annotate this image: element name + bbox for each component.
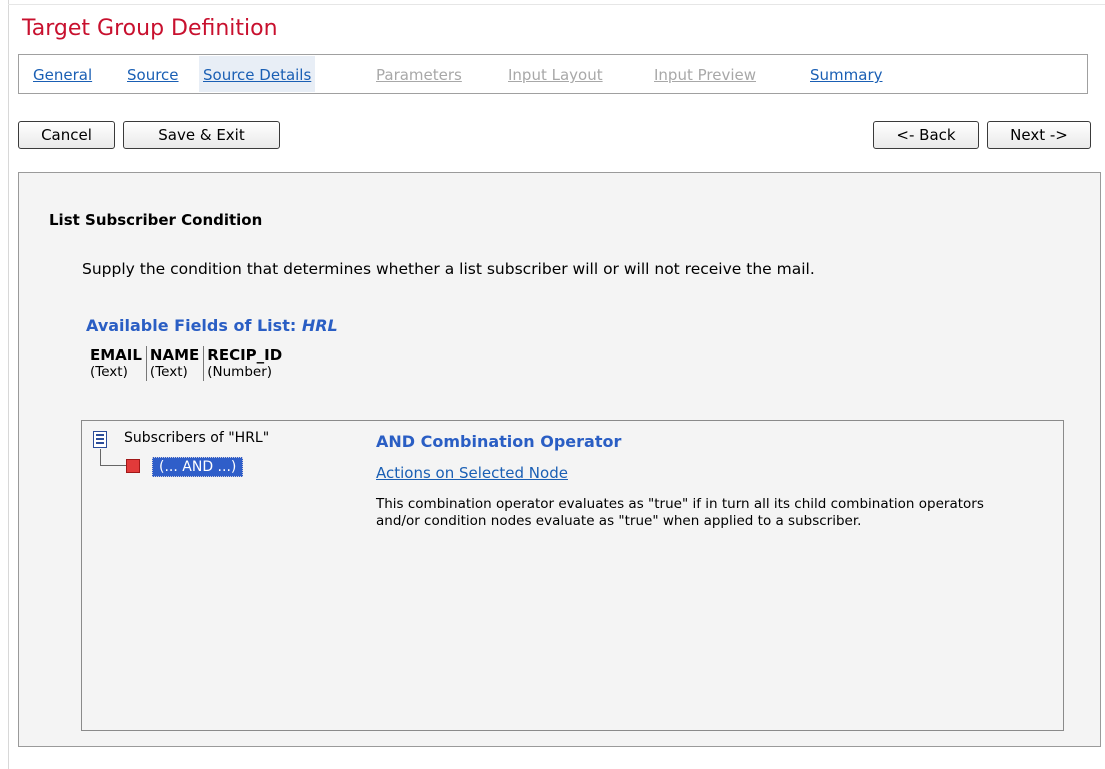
condition-tree-box: Subscribers of "HRL" (... AND ...) AND C… [81,420,1064,731]
tree-connector-vertical [100,449,101,465]
save-and-exit-button[interactable]: Save & Exit [123,121,280,149]
tab-general[interactable]: General [33,56,92,92]
list-name: HRL [301,316,338,335]
tree-connector-horizontal [100,465,126,466]
field-column: NAME (Text) [145,346,204,381]
tab-summary[interactable]: Summary [810,56,883,92]
available-fields-table: EMAIL (Text) NAME (Text) RECIP_ID (Numbe… [90,346,287,381]
field-type: (Text) [90,364,128,380]
cancel-button[interactable]: Cancel [18,121,115,149]
next-button[interactable]: Next -> [987,121,1091,149]
node-details-description: This combination operator evaluates as "… [376,496,984,529]
top-border-line [8,4,1105,5]
field-column: RECIP_ID (Number) [203,346,287,381]
field-name: RECIP_ID [207,346,283,364]
page-title: Target Group Definition [22,16,278,41]
tab-input-preview: Input Preview [654,66,756,84]
section-description: Supply the condition that determines whe… [82,260,815,278]
node-details-title: AND Combination Operator [376,432,622,451]
field-name: EMAIL [90,346,142,364]
document-list-icon [93,431,107,448]
condition-panel: List Subscriber Condition Supply the con… [18,172,1101,747]
selected-tree-node[interactable]: (... AND ...) [152,457,244,477]
available-fields-heading: Available Fields of List: HRL [86,316,338,335]
left-border-line [8,0,9,769]
tab-source[interactable]: Source [127,56,179,92]
field-name: NAME [149,346,200,364]
tab-source-details[interactable]: Source Details [199,56,316,92]
section-title: List Subscriber Condition [49,211,263,229]
field-column: EMAIL (Text) [90,346,146,381]
tree-root-label[interactable]: Subscribers of "HRL" [124,430,269,446]
tab-parameters: Parameters [376,66,462,84]
back-button[interactable]: <- Back [873,121,979,149]
fields-heading-prefix: Available Fields of List: [86,316,302,335]
wizard-tab-bar: General Source Source Details Parameters… [18,54,1088,94]
tab-input-layout: Input Layout [508,66,603,84]
red-square-node-icon [126,459,140,473]
field-type: (Text) [149,364,188,380]
field-type: (Number) [207,364,273,380]
actions-on-selected-node-link[interactable]: Actions on Selected Node [376,464,568,482]
